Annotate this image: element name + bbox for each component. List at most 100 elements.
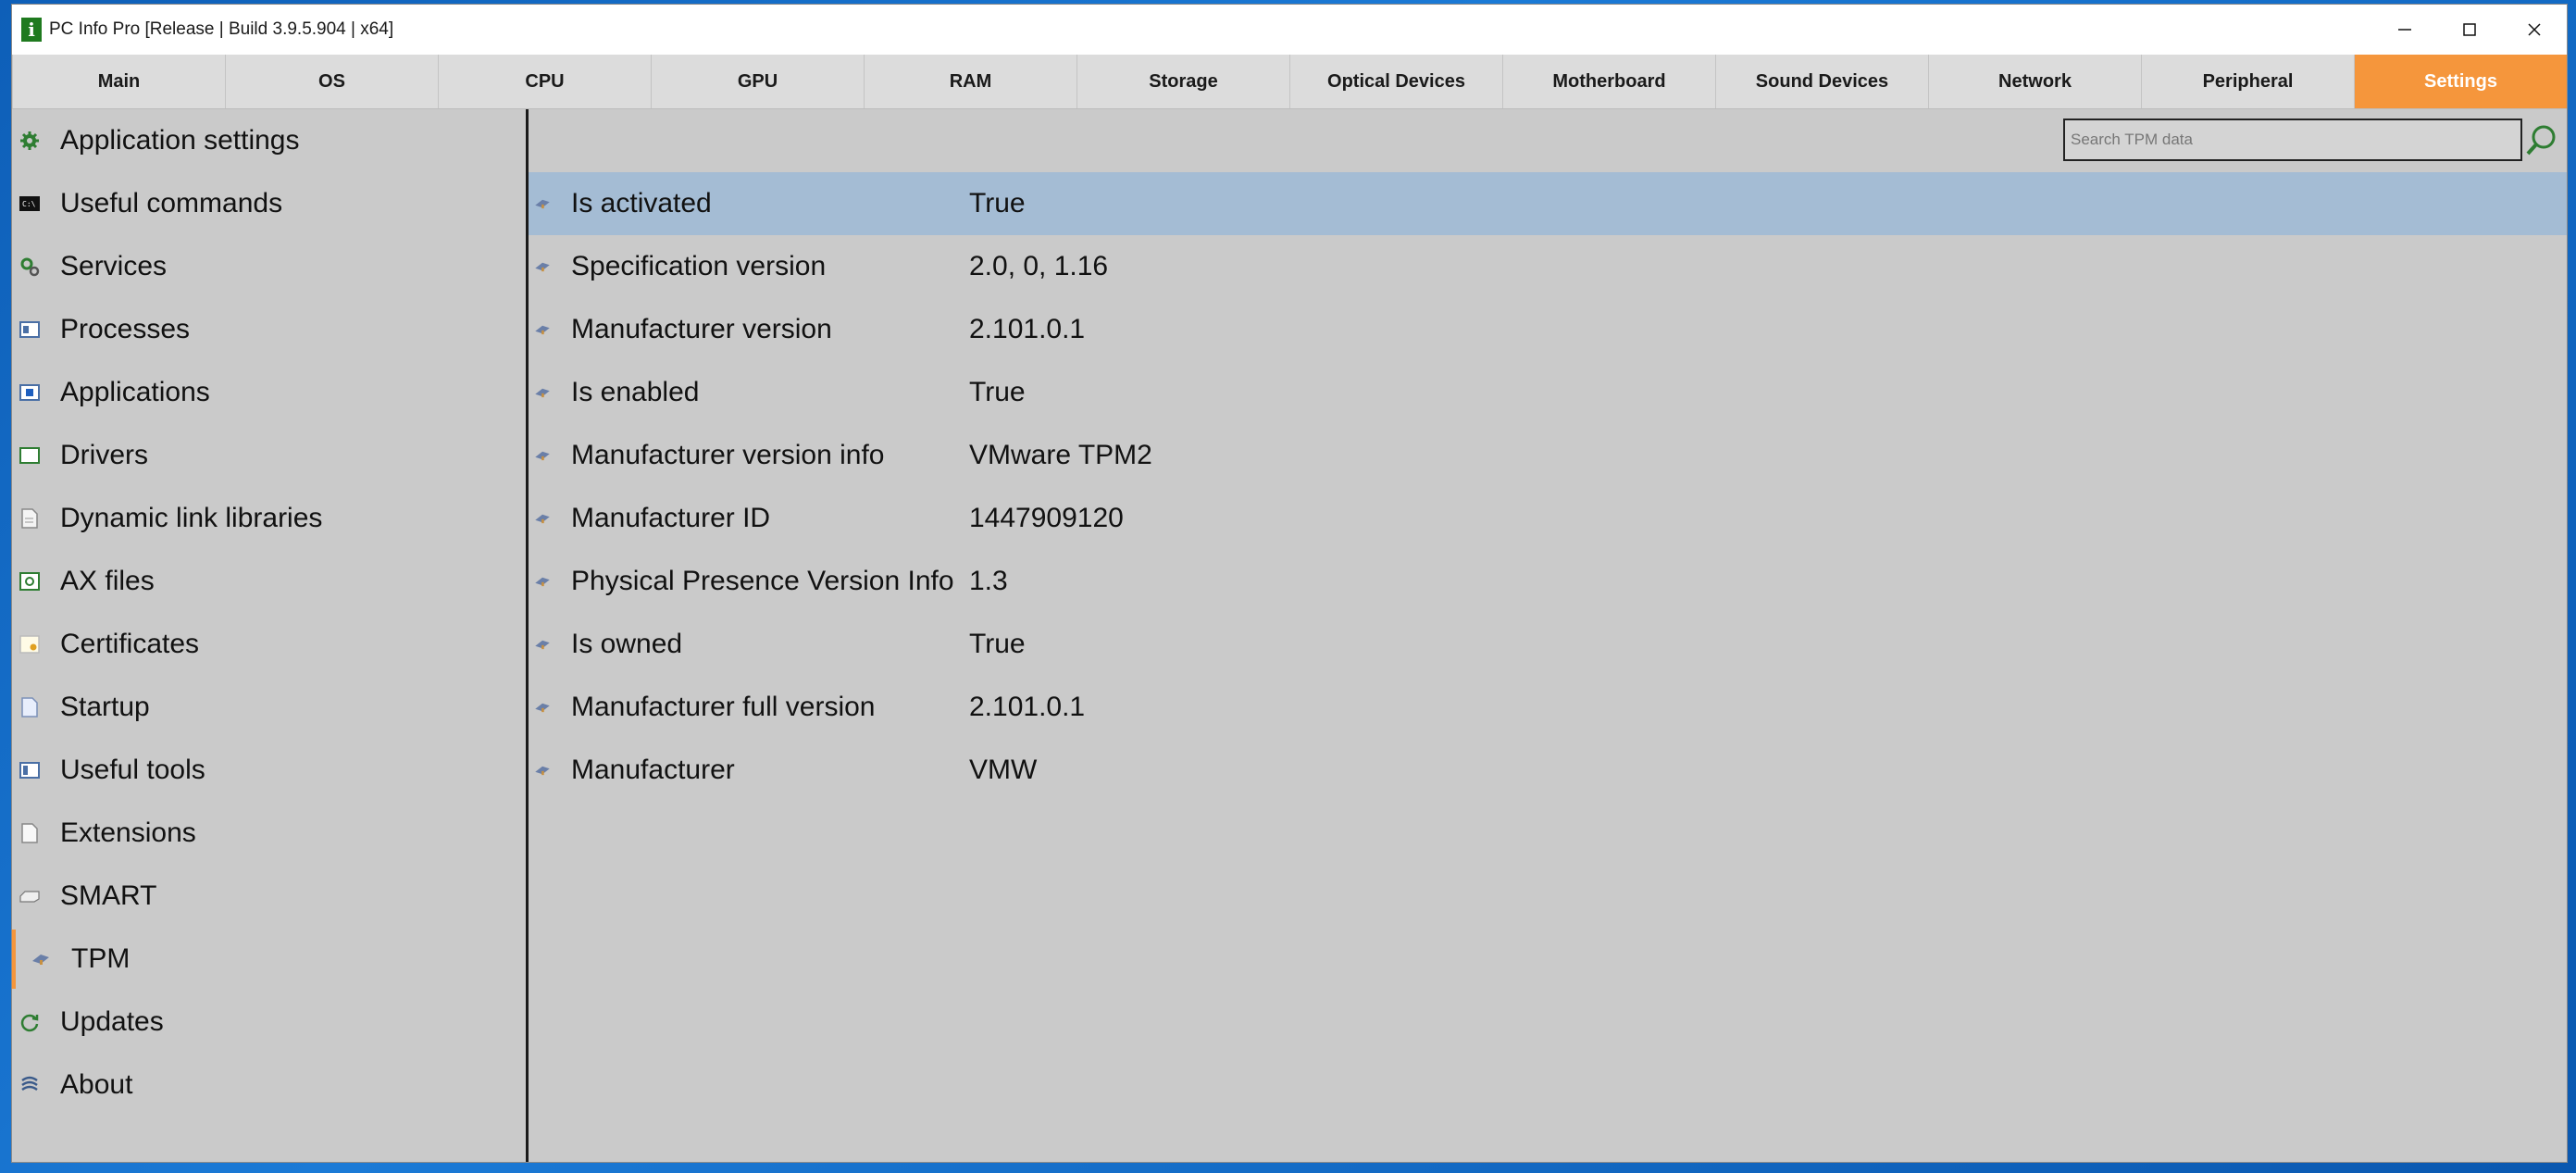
- tab-network[interactable]: Network: [1928, 55, 2141, 108]
- extension-file-icon: [19, 823, 40, 843]
- tab-os[interactable]: OS: [225, 55, 438, 108]
- sidebar-item-applications[interactable]: Applications: [12, 361, 526, 424]
- drivers-icon: [19, 445, 40, 466]
- search-icon: [2526, 125, 2556, 156]
- tab-sound-devices[interactable]: Sound Devices: [1715, 55, 1928, 108]
- sidebar-item-services[interactable]: Services: [12, 235, 526, 298]
- sidebar-item-drivers[interactable]: Drivers: [12, 424, 526, 487]
- dll-file-icon: [19, 508, 40, 529]
- maximize-icon: [2463, 23, 2476, 36]
- sidebar-item-label: Dynamic link libraries: [60, 503, 323, 533]
- sidebar-item-label: Drivers: [60, 440, 148, 470]
- property-name: Is enabled: [571, 377, 700, 407]
- gear-icon: [19, 131, 40, 151]
- tab-settings[interactable]: Settings: [2354, 55, 2567, 108]
- app-window: i PC Info Pro [Release | Build 3.9.5.904…: [11, 4, 2568, 1163]
- property-value: VMW: [969, 755, 1038, 785]
- property-value: 2.101.0.1: [969, 314, 1086, 344]
- settings-sidebar: Application settings C:\ Useful commands…: [12, 109, 529, 1162]
- tpm-chip-icon: [534, 702, 554, 713]
- property-value: 2.0, 0, 1.16: [969, 251, 1109, 281]
- svg-text:C:\: C:\: [22, 200, 36, 208]
- sidebar-item-updates[interactable]: Updates: [12, 991, 526, 1054]
- list-item[interactable]: Manufacturer VMW: [529, 739, 2567, 802]
- property-name: Physical Presence Version Info: [571, 566, 954, 596]
- sidebar-item-about[interactable]: About: [12, 1054, 526, 1117]
- certificate-icon: [19, 634, 40, 655]
- list-item[interactable]: Is activated True: [529, 172, 2567, 235]
- list-item[interactable]: Manufacturer full version 2.101.0.1: [529, 676, 2567, 739]
- tab-peripheral[interactable]: Peripheral: [2141, 55, 2354, 108]
- tab-motherboard[interactable]: Motherboard: [1502, 55, 1715, 108]
- tpm-chip-icon: [534, 639, 554, 650]
- property-value: True: [969, 377, 1026, 407]
- list-item[interactable]: Specification version 2.0, 0, 1.16: [529, 235, 2567, 298]
- main-tabs: Main OS CPU GPU RAM Storage Optical Devi…: [12, 55, 2567, 109]
- list-item[interactable]: Manufacturer ID 1447909120: [529, 487, 2567, 550]
- property-value: True: [969, 629, 1026, 659]
- search-button[interactable]: [2522, 119, 2563, 161]
- tpm-panel: Is activated True Specification version …: [529, 109, 2567, 1162]
- tpm-chip-icon: [534, 576, 554, 587]
- sidebar-item-label: Updates: [60, 1006, 164, 1037]
- property-value: VMware TPM2: [969, 440, 1152, 470]
- sidebar-item-label: Services: [60, 251, 168, 281]
- property-name: Is activated: [571, 188, 712, 218]
- minimize-icon: [2398, 29, 2411, 31]
- sidebar-item-label: Useful tools: [60, 755, 205, 785]
- property-value: 1447909120: [969, 503, 1124, 533]
- processes-window-icon: [19, 319, 40, 340]
- tab-main[interactable]: Main: [12, 55, 225, 108]
- property-name: Manufacturer ID: [571, 503, 771, 533]
- sidebar-item-label: Processes: [60, 314, 191, 344]
- sidebar-item-label: Certificates: [60, 629, 200, 659]
- disk-icon: [19, 886, 40, 906]
- list-item[interactable]: Is owned True: [529, 613, 2567, 676]
- sidebar-item-label: TPM: [71, 943, 131, 974]
- sidebar-item-application-settings[interactable]: Application settings: [12, 109, 526, 172]
- sidebar-item-label: Applications: [60, 377, 210, 407]
- property-name: Is owned: [571, 629, 683, 659]
- list-item[interactable]: Is enabled True: [529, 361, 2567, 424]
- app-icon: i: [21, 18, 42, 42]
- tpm-chip-icon: [31, 949, 51, 969]
- search-bar: [2063, 119, 2563, 161]
- sidebar-item-useful-tools[interactable]: Useful tools: [12, 739, 526, 802]
- tpm-data-list: Is activated True Specification version …: [529, 172, 2567, 802]
- sidebar-item-certificates[interactable]: Certificates: [12, 613, 526, 676]
- tpm-chip-icon: [534, 261, 554, 272]
- tab-storage[interactable]: Storage: [1076, 55, 1289, 108]
- list-item[interactable]: Manufacturer version info VMware TPM2: [529, 424, 2567, 487]
- maximize-button[interactable]: [2437, 5, 2502, 55]
- property-value: 1.3: [969, 566, 1008, 596]
- title-bar: i PC Info Pro [Release | Build 3.9.5.904…: [12, 5, 2567, 55]
- startup-icon: [19, 697, 40, 718]
- property-name: Specification version: [571, 251, 827, 281]
- tab-gpu[interactable]: GPU: [651, 55, 864, 108]
- sidebar-item-useful-commands[interactable]: C:\ Useful commands: [12, 172, 526, 235]
- sidebar-item-tpm[interactable]: TPM: [12, 928, 526, 991]
- tab-ram[interactable]: RAM: [864, 55, 1076, 108]
- search-input[interactable]: [2063, 119, 2522, 161]
- sidebar-item-extensions[interactable]: Extensions: [12, 802, 526, 865]
- terminal-icon: C:\: [19, 193, 40, 214]
- list-item[interactable]: Physical Presence Version Info 1.3: [529, 550, 2567, 613]
- tpm-chip-icon: [534, 765, 554, 776]
- property-value: True: [969, 188, 1026, 218]
- list-item[interactable]: Manufacturer version 2.101.0.1: [529, 298, 2567, 361]
- sidebar-item-label: About: [60, 1069, 133, 1100]
- sidebar-item-processes[interactable]: Processes: [12, 298, 526, 361]
- tpm-chip-icon: [534, 324, 554, 335]
- close-button[interactable]: [2502, 5, 2567, 55]
- property-name: Manufacturer: [571, 755, 735, 785]
- tab-cpu[interactable]: CPU: [438, 55, 651, 108]
- sidebar-item-dynamic-link-libraries[interactable]: Dynamic link libraries: [12, 487, 526, 550]
- tools-icon: [19, 760, 40, 780]
- sidebar-item-startup[interactable]: Startup: [12, 676, 526, 739]
- tpm-chip-icon: [534, 513, 554, 524]
- minimize-button[interactable]: [2372, 5, 2437, 55]
- sidebar-item-ax-files[interactable]: AX files: [12, 550, 526, 613]
- tab-optical-devices[interactable]: Optical Devices: [1289, 55, 1502, 108]
- sidebar-item-smart[interactable]: SMART: [12, 865, 526, 928]
- window-title: PC Info Pro [Release | Build 3.9.5.904 |…: [49, 19, 394, 39]
